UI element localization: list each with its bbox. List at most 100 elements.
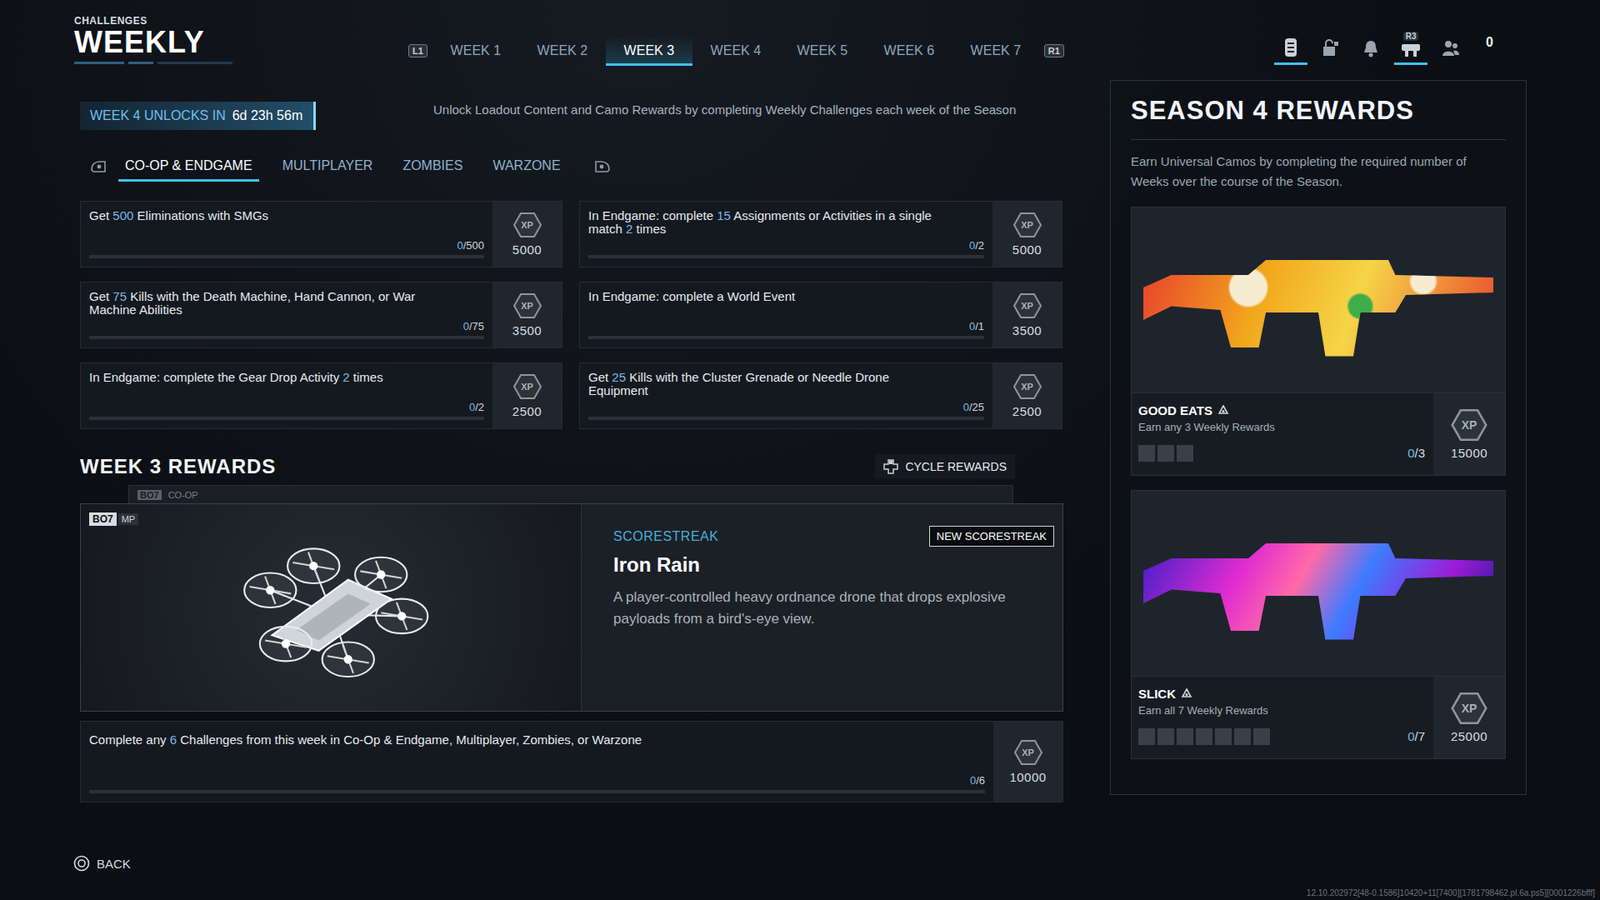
- left-bumper-icon[interactable]: [90, 160, 107, 174]
- xp-icon: XP: [513, 212, 542, 238]
- circle-button-icon: [73, 855, 90, 872]
- xp-icon: XP: [513, 293, 542, 319]
- device-icon: [1282, 37, 1300, 58]
- challenge-progress: 0/6: [89, 774, 985, 794]
- next-reward-card[interactable]: BO7CO-OP: [128, 485, 1014, 504]
- week-step: [1176, 445, 1194, 462]
- camo-requirement: Earn all 7 Weekly Rewards: [1138, 704, 1391, 717]
- mode-tab[interactable]: ZOMBIES: [395, 151, 470, 182]
- top-bar: CHALLENGESWEEKLYL1WEEK 1WEEK 2WEEK 3WEEK…: [0, 0, 1600, 75]
- right-bumper-icon[interactable]: [594, 160, 611, 174]
- body: WEEK 4 UNLOCKS IN6d 23h 56mUnlock Loadou…: [0, 75, 1600, 850]
- progress-text: 0/2: [469, 400, 485, 414]
- camo-progress: 0/3: [1399, 445, 1434, 475]
- reward-description: A player-controlled heavy ordnance drone…: [613, 586, 1014, 630]
- mode-tab[interactable]: MULTIPLAYER: [275, 151, 380, 182]
- challenge-text: In Endgame: complete the Gear Drop Activ…: [89, 370, 440, 385]
- top-icon-button[interactable]: [1314, 21, 1348, 65]
- section-label: CHALLENGES: [74, 15, 404, 27]
- challenge-card[interactable]: Get 75 Kills with the Death Machine, Han…: [80, 281, 563, 349]
- xp-value: 2500: [1012, 404, 1042, 419]
- challenge-text: In Endgame: complete 15 Assignments or A…: [588, 209, 939, 236]
- week-step: [1138, 445, 1155, 462]
- progress-bar: [89, 416, 485, 420]
- rewards-header: WEEK 3 REWARDS CYCLE REWARDS: [80, 454, 1064, 480]
- top-icon-button[interactable]: R3: [1394, 21, 1428, 65]
- challenge-card[interactable]: In Endgame: complete a World Event0/1XP3…: [579, 281, 1063, 349]
- top-icon-button[interactable]: [1354, 21, 1388, 65]
- camo-reward-card[interactable]: GOOD EATSEarn any 3 Weekly Rewards0/3XP1…: [1130, 206, 1506, 476]
- challenge-card[interactable]: In Endgame: complete 15 Assignments or A…: [579, 200, 1063, 268]
- mode-tabs: CO-OP & ENDGAME MULTIPLAYER ZOMBIES WARZONE: [80, 151, 1064, 182]
- universal-camo-icon: [1180, 688, 1193, 700]
- xp-reward: XP25000: [1433, 676, 1505, 759]
- xp-value: 25000: [1450, 729, 1488, 744]
- cycle-rewards-button[interactable]: CYCLE REWARDS: [875, 454, 1015, 480]
- progress-text: 0/1: [969, 320, 985, 333]
- reward-badge: BO7MP: [89, 512, 139, 526]
- week-step: [1157, 728, 1175, 745]
- xp-reward: XP5000: [492, 201, 562, 267]
- reward-name: Iron Rain: [613, 553, 1055, 577]
- camo-image: [1131, 490, 1505, 676]
- xp-icon: XP: [1013, 374, 1042, 400]
- xp-value: 10000: [1009, 770, 1046, 785]
- xp-icon: XP: [1013, 293, 1042, 319]
- challenge-progress: 0/25: [588, 400, 985, 420]
- game-badge: BO7: [137, 490, 162, 500]
- week-tab[interactable]: WEEK 2: [519, 35, 606, 66]
- camo-reward-card[interactable]: SLICKEarn all 7 Weekly Rewards0/7XP25000: [1130, 490, 1506, 760]
- challenges-column: WEEK 4 UNLOCKS IN6d 23h 56mUnlock Loadou…: [80, 75, 1064, 803]
- challenge-card[interactable]: Get 500 Eliminations with SMGs0/500XP500…: [80, 200, 563, 268]
- next-week-button-hint[interactable]: R1: [1044, 44, 1065, 58]
- progress-bar: [588, 335, 985, 340]
- xp-value: 15000: [1450, 445, 1488, 460]
- rewards-title: WEEK 3 REWARDS: [80, 455, 276, 479]
- week-step: [1253, 728, 1270, 745]
- top-icon-button[interactable]: [1274, 21, 1308, 65]
- prev-week-button-hint[interactable]: L1: [408, 44, 428, 58]
- top-icons: R30: [1274, 21, 1600, 65]
- week-tab[interactable]: WEEK 3: [605, 35, 693, 66]
- xp-icon: XP: [513, 374, 542, 400]
- challenge-text: Get 500 Eliminations with SMGs: [89, 209, 440, 223]
- challenge-progress: 0/75: [89, 320, 485, 340]
- reward-card[interactable]: BO7MPSCORESTREAKNEW SCORESTREAKIron Rain…: [80, 503, 1064, 712]
- xp-icon: XP: [1013, 212, 1042, 238]
- title-decoration: [74, 61, 404, 65]
- challenge-card[interactable]: Get 25 Kills with the Cluster Grenade or…: [579, 362, 1063, 430]
- camo-details: SLICK Earn all 7 Weekly Rewards: [1131, 676, 1400, 759]
- universal-camo-icon: [1217, 405, 1230, 417]
- bell-icon: [1362, 39, 1380, 58]
- week-step: [1195, 728, 1213, 745]
- back-button[interactable]: BACK: [73, 855, 131, 872]
- challenge-body: Get 500 Eliminations with SMGs0/500: [80, 201, 493, 267]
- week-steps: [1138, 728, 1391, 745]
- week-tab[interactable]: WEEK 7: [952, 35, 1040, 66]
- title-block: CHALLENGESWEEKLY: [0, 15, 404, 65]
- week-tab[interactable]: WEEK 4: [692, 35, 780, 66]
- mode-tab[interactable]: WARZONE: [485, 151, 567, 182]
- store-icon: [1321, 39, 1340, 58]
- progress-bar: [89, 255, 485, 259]
- progress-bar: [588, 255, 985, 259]
- drone-icon: [218, 528, 444, 687]
- weekly-meta-challenge[interactable]: Complete any 6 Challenges from this week…: [80, 720, 1064, 803]
- week-tab[interactable]: WEEK 1: [432, 35, 520, 66]
- week-tab[interactable]: WEEK 5: [779, 35, 866, 66]
- progress-bar: [588, 416, 985, 420]
- week-tab[interactable]: WEEK 6: [865, 35, 953, 66]
- challenge-text: Get 75 Kills with the Death Machine, Han…: [89, 290, 440, 317]
- challenge-progress: 0/1: [588, 320, 985, 340]
- unlock-time: 6d 23h 56m: [232, 108, 304, 124]
- top-icon-button[interactable]: [1434, 21, 1468, 65]
- intro-text: Unlock Loadout Content and Camo Rewards …: [433, 101, 1064, 118]
- xp-reward: XP5000: [992, 201, 1062, 267]
- xp-reward: XP2500: [492, 363, 562, 429]
- camo-info: SLICKEarn all 7 Weekly Rewards0/7XP25000: [1131, 675, 1505, 759]
- camo-details: GOOD EATSEarn any 3 Weekly Rewards: [1131, 393, 1400, 475]
- mode-tab[interactable]: CO-OP & ENDGAME: [118, 151, 260, 182]
- week-tabs: L1 WEEK 1WEEK 2WEEK 3WEEK 4WEEK 5WEEK 6WE…: [403, 35, 1070, 66]
- challenge-card[interactable]: In Endgame: complete the Gear Drop Activ…: [80, 362, 563, 430]
- camo-name: SLICK: [1138, 686, 1391, 701]
